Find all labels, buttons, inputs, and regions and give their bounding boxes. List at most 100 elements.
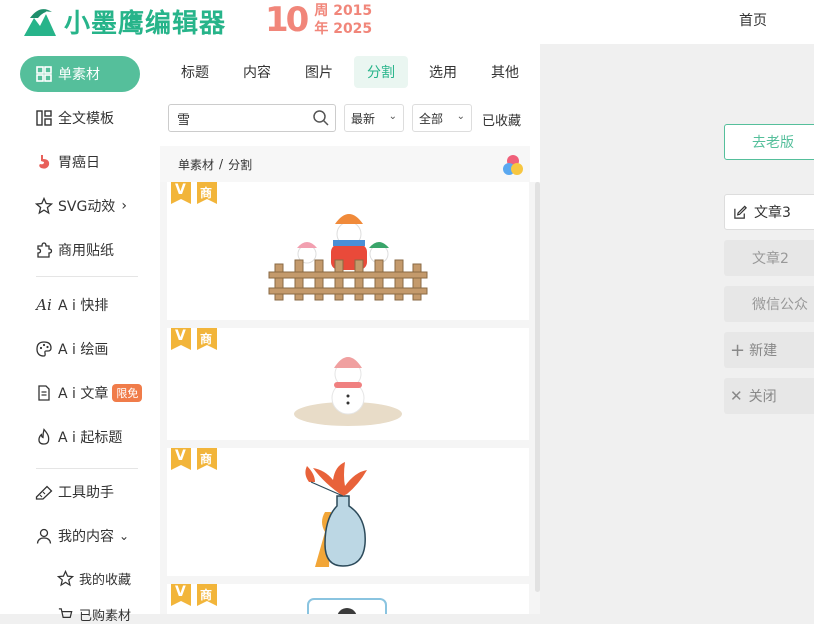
doc-tab-wechat[interactable]: 微信公众 <box>724 286 814 322</box>
new-doc-button[interactable]: + 新建 <box>724 332 814 368</box>
category-tabs: 标题 内容 图片 分割 选用 其他 <box>160 56 540 88</box>
doc-tab-label: 微信公众 <box>752 297 808 313</box>
tab-content[interactable]: 内容 <box>236 56 278 88</box>
sidebar-item-ai-layout[interactable]: Ai A i 快排 <box>35 294 108 316</box>
palette-icon <box>35 340 53 358</box>
sidebar-item-label: 胃癌日 <box>58 155 100 171</box>
doc-tab-article-3[interactable]: 文章3 <box>724 194 814 230</box>
search-value: 雪 <box>177 112 191 128</box>
document-icon <box>35 384 53 402</box>
plus-icon: + <box>730 339 746 361</box>
sidebar: 单素材 全文模板 胃癌日 SVG动效 › 商用贴纸 Ai A i 快排 A i … <box>0 44 160 624</box>
sidebar-item-svg-animation[interactable]: SVG动效 › <box>35 195 127 217</box>
logo-text: 小墨鹰编辑器 <box>64 9 227 39</box>
sidebar-item-commercial-stickers[interactable]: 商用贴纸 <box>35 239 114 261</box>
sort-select-value: 最新 <box>351 111 376 126</box>
vip-tag-label: V <box>175 182 186 198</box>
sidebar-item-single-material[interactable]: 单素材 <box>20 56 140 92</box>
doc-tab-label: 文章2 <box>752 251 789 267</box>
snowman-fence-illustration <box>268 214 428 301</box>
material-card[interactable]: V 商 <box>167 448 529 576</box>
document-area: 去老版 文章3 文章2 微信公众 + 新建 ✕ 关闭 <box>540 44 814 614</box>
sidebar-divider <box>36 276 138 277</box>
sidebar-item-label: 全文模板 <box>58 111 114 127</box>
range-select[interactable]: 全部 ⌄ <box>412 104 472 132</box>
portrait-frame-illustration <box>307 598 387 614</box>
tab-image[interactable]: 图片 <box>298 56 340 88</box>
sidebar-item-label: A i 文章 <box>58 386 109 402</box>
ai-icon: Ai <box>36 296 52 314</box>
cart-icon <box>57 606 74 623</box>
top-bar: 小墨鹰编辑器 10 周 2015 年 2025 首页 <box>0 0 814 44</box>
tab-title[interactable]: 标题 <box>174 56 216 88</box>
edit-icon <box>734 205 747 219</box>
nav-home-link[interactable]: 首页 <box>739 10 767 30</box>
close-doc-label: 关闭 <box>748 389 777 405</box>
vip-tag-label: V <box>175 448 186 464</box>
commercial-tag-label: 商 <box>200 452 213 466</box>
breadcrumb-item: 分割 <box>228 157 253 172</box>
chevron-right-icon: › <box>121 198 127 214</box>
sidebar-subitem-label: 已购素材 <box>79 608 132 624</box>
tab-divider[interactable]: 分割 <box>354 56 408 88</box>
sidebar-item-tools[interactable]: 工具助手 <box>35 481 114 503</box>
old-version-button[interactable]: 去老版 <box>724 124 814 160</box>
anniversary-line-1: 周 2015 <box>314 3 373 19</box>
sidebar-item-label: 工具助手 <box>58 485 114 501</box>
sidebar-subitem-purchased[interactable]: 已购素材 <box>57 604 131 624</box>
favorites-filter[interactable]: 已收藏 <box>482 110 521 129</box>
material-card[interactable]: V 商 <box>167 584 529 614</box>
range-select-value: 全部 <box>419 111 444 126</box>
doc-tab-article-2[interactable]: 文章2 <box>724 240 814 276</box>
sidebar-item-ai-title[interactable]: A i 起标题 <box>35 426 122 448</box>
sidebar-item-label: 单素材 <box>58 67 100 83</box>
anniversary-badge: 10 周 2015 年 2025 <box>265 0 372 40</box>
material-list: V 商 V 商 V 商 V 商 <box>160 182 540 614</box>
close-icon: ✕ <box>730 387 743 405</box>
chevron-down-icon: ⌄ <box>119 529 130 543</box>
material-card[interactable]: V 商 <box>167 182 529 320</box>
doc-tab-label: 文章3 <box>754 205 791 221</box>
star-icon <box>57 569 74 587</box>
sidebar-item-label: 商用贴纸 <box>58 243 114 259</box>
commercial-tag-label: 商 <box>200 186 213 200</box>
flame-icon <box>35 428 53 446</box>
sidebar-item-full-template[interactable]: 全文模板 <box>35 107 114 129</box>
star-icon <box>35 197 53 215</box>
search-icon[interactable] <box>312 109 330 127</box>
tab-other[interactable]: 其他 <box>484 56 526 88</box>
flower-vase-illustration <box>305 462 367 567</box>
sidebar-item-my-content[interactable]: 我的内容 ⌄ <box>35 525 129 547</box>
chevron-down-icon: ⌄ <box>456 111 465 122</box>
grid-icon <box>36 66 52 82</box>
sidebar-item-gastric-cancer-day[interactable]: 胃癌日 <box>35 151 100 173</box>
color-picker-icon[interactable] <box>502 154 524 176</box>
commercial-tag-label: 商 <box>200 588 213 602</box>
new-doc-label: 新建 <box>749 343 778 359</box>
user-icon <box>35 527 53 545</box>
search-input[interactable]: 雪 <box>168 104 336 132</box>
snowman-illustration <box>294 357 402 426</box>
template-icon <box>35 109 53 127</box>
logo[interactable]: 小墨鹰编辑器 <box>22 3 226 40</box>
sidebar-item-label: A i 快排 <box>58 298 109 314</box>
breadcrumb-item[interactable]: 单素材 <box>178 156 214 173</box>
breadcrumb-separator: / <box>219 157 224 171</box>
sidebar-divider <box>36 468 138 469</box>
material-card[interactable]: V 商 <box>167 328 529 440</box>
anniversary-years: 周 2015 年 2025 <box>314 2 372 38</box>
sort-select[interactable]: 最新 ⌄ <box>344 104 404 132</box>
close-doc-button[interactable]: ✕ 关闭 <box>724 378 814 414</box>
sidebar-item-ai-article[interactable]: A i 文章 限免 <box>35 382 143 404</box>
anniversary-line-2: 年 2025 <box>314 21 373 37</box>
sidebar-item-label: A i 绘画 <box>58 342 109 358</box>
vip-tag-label: V <box>175 328 186 344</box>
chevron-down-icon: ⌄ <box>388 111 397 122</box>
commercial-tag-label: 商 <box>200 332 213 346</box>
tab-selected[interactable]: 选用 <box>422 56 464 88</box>
eagle-logo-icon <box>24 8 56 36</box>
sidebar-subitem-label: 我的收藏 <box>79 572 132 588</box>
ruler-icon <box>35 483 53 501</box>
sidebar-subitem-favorites[interactable]: 我的收藏 <box>57 568 131 588</box>
sidebar-item-ai-painting[interactable]: A i 绘画 <box>35 338 108 360</box>
